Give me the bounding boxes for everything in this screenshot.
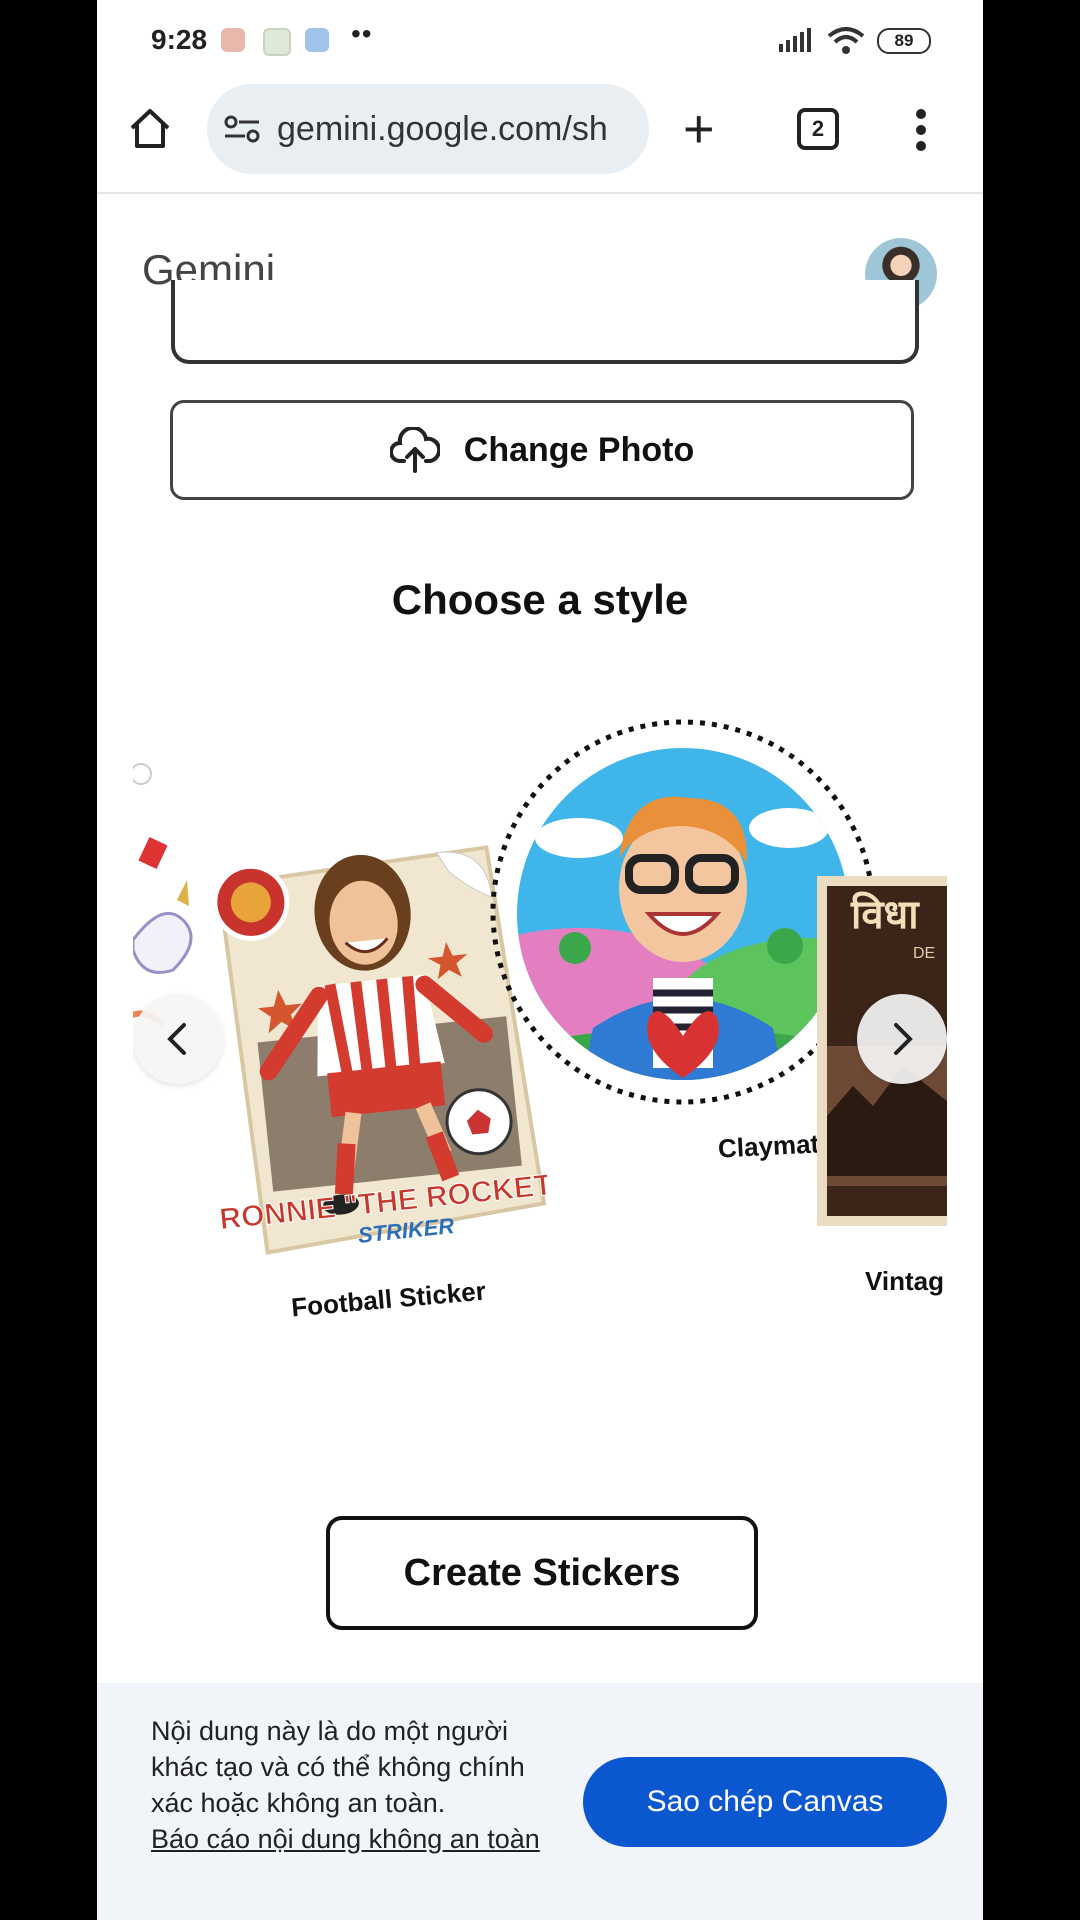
notification-app-icon xyxy=(221,28,245,52)
address-bar[interactable]: gemini.google.com/sh xyxy=(207,84,649,174)
style-label-football-sticker[interactable]: Football Sticker xyxy=(290,1276,487,1324)
copy-canvas-button[interactable]: Sao chép Canvas xyxy=(583,1757,947,1847)
status-bar: 9:28 •• 89 xyxy=(97,0,983,80)
new-tab-icon[interactable]: + xyxy=(683,102,715,156)
carousel-next-button[interactable] xyxy=(857,994,947,1084)
more-menu-icon[interactable] xyxy=(915,108,927,152)
site-settings-icon[interactable] xyxy=(223,114,261,144)
section-heading: Choose a style xyxy=(391,576,689,623)
phone-screen: 9:28 •• 89 gemini.google.com/sh + 2 Gemi… xyxy=(97,0,983,1920)
create-stickers-button[interactable]: Create Stickers xyxy=(326,1516,758,1630)
home-icon[interactable] xyxy=(127,106,173,152)
carousel-prev-button[interactable] xyxy=(133,994,223,1084)
wifi-icon xyxy=(827,27,865,54)
style-carousel: RONNIE "THE ROCKET" STRIKER Football Sti… xyxy=(133,690,947,1350)
browser-toolbar: gemini.google.com/sh + 2 xyxy=(97,80,983,194)
more-notifications-icon: •• xyxy=(351,18,373,49)
shared-content-footer: Nội dung này là do một người khác tạo và… xyxy=(97,1683,983,1920)
photo-preview-frame xyxy=(171,280,919,364)
url-text[interactable]: gemini.google.com/sh xyxy=(277,110,637,149)
upload-cloud-icon xyxy=(389,427,440,473)
footer-notice: Nội dung này là do một người khác tạo và… xyxy=(151,1713,551,1857)
poster-art-subtext: DE xyxy=(913,945,935,962)
notification-app-icon xyxy=(263,28,291,56)
status-time: 9:28 xyxy=(151,24,208,55)
style-label-vintage[interactable]: Vintag xyxy=(865,1266,944,1297)
report-unsafe-link[interactable]: Báo cáo nội dung không an toàn xyxy=(151,1821,551,1857)
chevron-left-icon xyxy=(167,1023,186,1055)
poster-art-text: विधा xyxy=(850,891,920,938)
chevron-right-icon xyxy=(894,1023,913,1055)
change-photo-label: Change Photo xyxy=(463,430,695,469)
notice-text: Nội dung này là do một người khác tạo và… xyxy=(151,1716,525,1818)
battery-icon: 89 xyxy=(877,28,931,54)
notification-app-icon xyxy=(305,28,329,52)
tab-switcher-button[interactable]: 2 xyxy=(797,108,839,150)
change-photo-button[interactable]: Change Photo xyxy=(170,400,914,500)
signal-icon xyxy=(779,28,811,52)
